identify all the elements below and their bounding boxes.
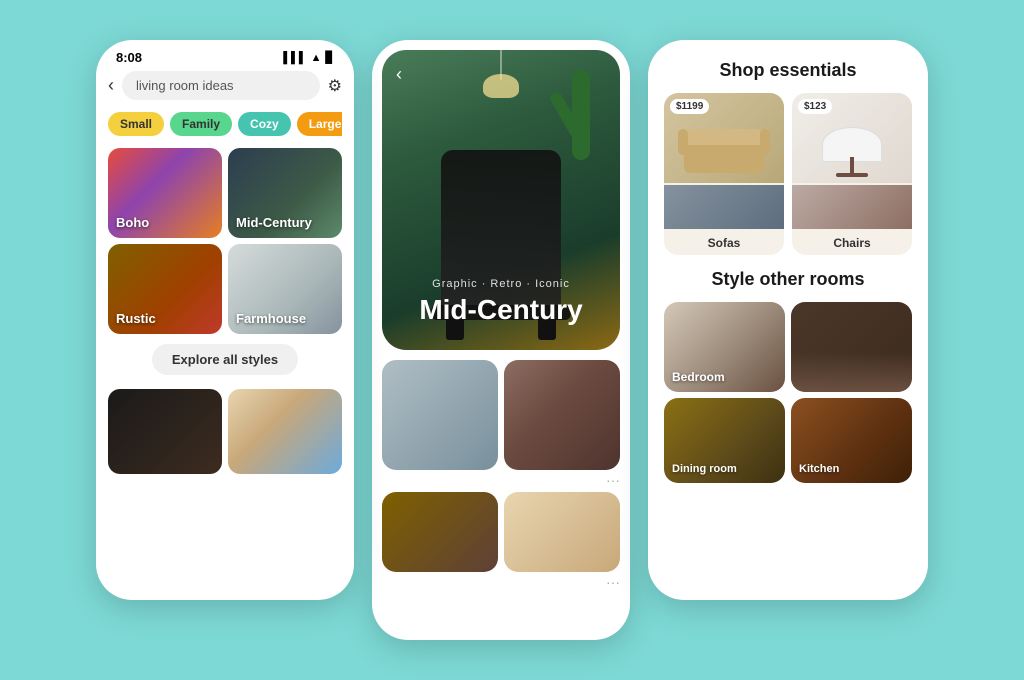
bottom-photo-1[interactable] (108, 389, 222, 474)
hero-title: Mid-Century (382, 294, 620, 326)
mini-card-1[interactable] (382, 360, 498, 470)
dining-room-card[interactable]: Dining room (664, 398, 785, 483)
phone-left: 8:08 ▌▌▌ ▲ ▊ ‹ living room ideas ⚙ Small… (96, 40, 354, 600)
right-panel: Shop essentials $1199 Sofas (648, 40, 928, 600)
chairs-label: Chairs (792, 231, 912, 255)
dining-room-label: Dining room (672, 463, 737, 475)
wifi-icon: ▲ (311, 52, 322, 64)
style-label-farmhouse: Farmhouse (236, 311, 306, 326)
signal-icon: ▌▌▌ (283, 52, 306, 64)
bedroom-card[interactable]: Bedroom (664, 302, 785, 392)
bottom-photos (108, 389, 342, 474)
back-button[interactable]: ‹ (108, 75, 114, 96)
mini-photo-grid (372, 360, 630, 470)
chips-row: Small Family Cozy Large Lay... (108, 112, 342, 136)
chairs-card[interactable]: $123 Chairs (792, 93, 912, 255)
phone-middle: ‹ Graphic · Retro · Iconic Mid-Century ·… (372, 40, 630, 640)
shop-grid: $1199 Sofas $123 (664, 93, 912, 255)
battery-icon: ▊ (326, 51, 334, 64)
chip-family[interactable]: Family (170, 112, 232, 136)
sofa-price: $1199 (670, 99, 709, 114)
chair-image: $123 (792, 93, 912, 183)
style-label-midcentury: Mid-Century (236, 215, 312, 230)
style-card-farmhouse[interactable]: Farmhouse (228, 244, 342, 334)
hero-subtitle: Graphic · Retro · Iconic (382, 278, 620, 290)
chip-large[interactable]: Large (297, 112, 342, 136)
style-rooms-grid: Bedroom Dining room Kitchen (664, 302, 912, 483)
time: 8:08 (116, 50, 142, 65)
kitchen-card[interactable]: Kitchen (791, 398, 912, 483)
more-dots-2: ··· (372, 574, 630, 590)
mini-photo-grid-2 (372, 488, 630, 572)
sofas-label: Sofas (664, 231, 784, 255)
chair-price: $123 (798, 99, 832, 114)
chip-cozy[interactable]: Cozy (238, 112, 291, 136)
style-card-rustic[interactable]: Rustic (108, 244, 222, 334)
style-label-boho: Boho (116, 215, 149, 230)
bottom-photo-2[interactable] (228, 389, 342, 474)
search-bar: ‹ living room ideas ⚙ (108, 71, 342, 100)
mini-card-3[interactable] (382, 492, 498, 572)
sofa-image: $1199 (664, 93, 784, 183)
chip-small[interactable]: Small (108, 112, 164, 136)
search-input[interactable]: living room ideas (122, 71, 320, 100)
mini-card-2[interactable] (504, 360, 620, 470)
hero-text: Graphic · Retro · Iconic Mid-Century (382, 278, 620, 326)
hero-back-button[interactable]: ‹ (396, 64, 402, 85)
shop-essentials-title: Shop essentials (664, 60, 912, 81)
bedroom-photo-2[interactable] (791, 302, 912, 392)
sofas-card[interactable]: $1199 Sofas (664, 93, 784, 255)
style-card-boho[interactable]: Boho (108, 148, 222, 238)
style-rooms-title: Style other rooms (664, 269, 912, 290)
style-label-rustic: Rustic (116, 311, 156, 326)
status-bar: 8:08 ▌▌▌ ▲ ▊ (96, 40, 354, 71)
explore-all-button[interactable]: Explore all styles (152, 344, 298, 375)
more-dots-1: ··· (372, 472, 630, 488)
mini-card-4[interactable] (504, 492, 620, 572)
kitchen-label: Kitchen (799, 463, 839, 475)
filter-icon[interactable]: ⚙ (328, 76, 342, 96)
style-grid: Boho Mid-Century Rustic Farmhouse (108, 148, 342, 334)
hero-card[interactable]: ‹ Graphic · Retro · Iconic Mid-Century (382, 50, 620, 350)
style-card-midcentury[interactable]: Mid-Century (228, 148, 342, 238)
status-icons: ▌▌▌ ▲ ▊ (283, 51, 334, 64)
bedroom-label: Bedroom (672, 370, 725, 384)
